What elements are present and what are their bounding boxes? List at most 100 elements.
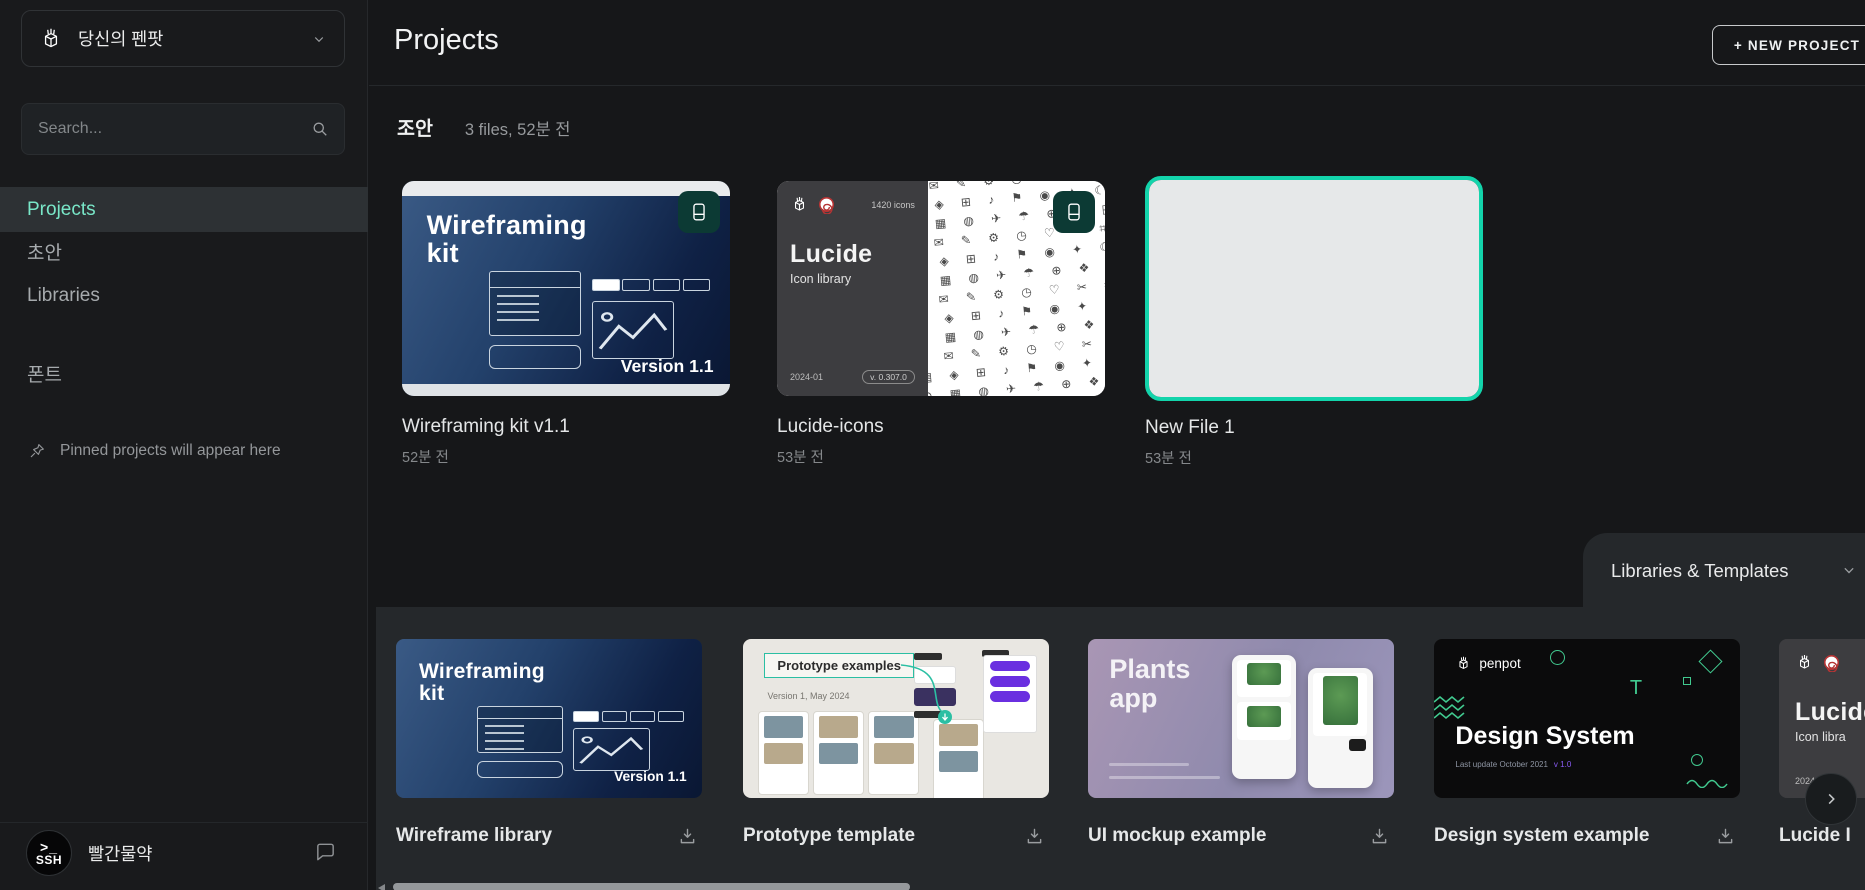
art-wave <box>1686 776 1728 788</box>
download-icon <box>677 826 698 847</box>
new-project-button[interactable]: + NEW PROJECT <box>1712 25 1865 65</box>
prototype-art: Prototype examples Version 1, May 2024 <box>743 639 1049 798</box>
profile-menu[interactable]: >_ SSH 빨간물약 <box>26 830 152 876</box>
avatar-text: >_ <box>40 840 58 854</box>
pinned-hint-text: Pinned projects will appear here <box>60 442 281 460</box>
file-card-wireframing-kit[interactable]: Wireframing kit Version 1.1 <box>402 181 730 467</box>
library-icon <box>688 201 710 223</box>
workspace-selector[interactable]: 당신의 펜팟 <box>21 10 345 67</box>
art-shape-diamond <box>1698 650 1722 674</box>
workspace-name: 당신의 펜팟 <box>78 26 296 51</box>
comment-icon <box>314 840 337 863</box>
file-time: 53분 전 <box>777 446 1105 467</box>
sidebar-item-fonts[interactable]: 폰트 <box>27 360 62 387</box>
art-tabs <box>592 279 710 291</box>
icon-count: 1420 icons <box>871 200 915 210</box>
sidebar-item-projects[interactable]: Projects <box>0 187 368 232</box>
empty-file-thumbnail[interactable] <box>1149 180 1479 397</box>
art-title: Wireframing kit <box>419 661 545 705</box>
art-date: 2024-01 <box>790 372 823 382</box>
sidebar-item-label: Libraries <box>27 285 100 307</box>
download-icon <box>1369 826 1390 847</box>
art-zigzag <box>1434 696 1470 724</box>
art-phone <box>1232 655 1296 779</box>
art-shape-square <box>1683 677 1691 685</box>
lucide-logo-icon <box>817 195 836 214</box>
art-version: Version 1.1 <box>614 769 687 784</box>
penpot-logo-icon <box>38 26 64 52</box>
template-name[interactable]: Wireframe library <box>396 825 677 847</box>
template-card-design-system-example[interactable]: penpot T Design System <box>1434 639 1740 847</box>
art-user-chip <box>477 761 563 778</box>
template-card-ui-mockup-example[interactable]: Plants app UI mockup example <box>1088 639 1394 847</box>
horizontal-scrollbar-thumb[interactable] <box>393 883 910 890</box>
selection-border <box>1145 176 1483 401</box>
art-shape-letter: T <box>1630 677 1642 700</box>
templates-panel: Wireframing kit <box>376 607 1865 890</box>
page-title: Projects <box>394 24 499 57</box>
art-chart <box>592 301 674 359</box>
template-name[interactable]: Design system example <box>1434 825 1715 847</box>
template-name[interactable]: Prototype template <box>743 825 1024 847</box>
comments-button[interactable] <box>314 840 337 863</box>
sidebar-item-drafts[interactable]: 초안 <box>0 229 368 274</box>
penpot-logo-icon <box>1795 653 1814 672</box>
file-thumbnail[interactable]: Wireframing kit Version 1.1 <box>402 181 730 396</box>
lucide-logo-icon <box>1822 653 1841 672</box>
download-template-button[interactable] <box>1715 826 1736 847</box>
file-time: 52분 전 <box>402 446 730 467</box>
fonts-label: 폰트 <box>27 365 62 386</box>
library-icon <box>1063 201 1085 223</box>
art-phone <box>1308 668 1372 789</box>
pinned-projects-hint: Pinned projects will appear here <box>28 442 281 460</box>
download-template-button[interactable] <box>1369 826 1390 847</box>
template-name[interactable]: Lucide I <box>1779 825 1865 847</box>
carousel-next-button[interactable] <box>1805 773 1857 825</box>
template-thumbnail[interactable]: penpot T Design System <box>1434 639 1740 798</box>
shared-library-badge <box>678 191 720 233</box>
project-section-header: 조안 3 files, 52분 전 <box>397 112 570 141</box>
art-title: Lucide <box>790 240 915 269</box>
download-template-button[interactable] <box>1024 826 1045 847</box>
download-icon <box>1024 826 1045 847</box>
file-name[interactable]: New File 1 <box>1145 417 1483 439</box>
sidebar-item-label: 초안 <box>27 238 62 265</box>
file-name[interactable]: Wireframing kit v1.1 <box>402 416 730 438</box>
template-card-prototype-template[interactable]: Prototype examples Version 1, May 2024 <box>743 639 1049 847</box>
scroll-left-arrow[interactable] <box>378 884 385 890</box>
art-title: Wireframing kit <box>427 211 587 268</box>
download-template-button[interactable] <box>677 826 698 847</box>
art-flow-connector <box>743 639 1049 798</box>
sidebar-item-libraries[interactable]: Libraries <box>0 273 368 318</box>
download-icon <box>1715 826 1736 847</box>
wireframing-kit-art: Wireframing kit <box>396 639 702 798</box>
art-version: Version 1.1 <box>621 356 714 377</box>
template-thumbnail[interactable]: Wireframing kit <box>396 639 702 798</box>
sidebar: 당신의 펜팟 Projects 초안 Libraries 폰트 <box>0 0 368 890</box>
art-brand: penpot <box>1455 655 1520 672</box>
username: 빨간물약 <box>88 841 152 866</box>
template-name[interactable]: UI mockup example <box>1088 825 1369 847</box>
project-name[interactable]: 조안 <box>397 112 433 141</box>
file-thumbnail[interactable]: 1420 icons Lucide Icon library 2024-01 v… <box>777 181 1105 396</box>
art-shape-circle <box>1550 650 1565 665</box>
search-input[interactable] <box>36 119 310 139</box>
file-time: 53분 전 <box>1145 447 1483 468</box>
template-card-wireframe-library[interactable]: Wireframing kit <box>396 639 702 847</box>
search-icon <box>310 119 330 139</box>
art-caption-bar <box>1109 763 1189 766</box>
template-thumbnail[interactable]: Plants app <box>1088 639 1394 798</box>
file-card-new-file-1[interactable]: New File 1 53분 전 <box>1145 176 1483 468</box>
file-card-lucide-icons[interactable]: 1420 icons Lucide Icon library 2024-01 v… <box>777 181 1105 467</box>
libraries-templates-toggle[interactable]: Libraries & Templates <box>1583 533 1865 608</box>
chevron-down-icon <box>1839 560 1859 580</box>
art-list-widget <box>489 271 581 336</box>
art-title: Design System <box>1455 722 1634 751</box>
template-thumbnail[interactable]: Prototype examples Version 1, May 2024 <box>743 639 1049 798</box>
avatar-text: SSH <box>36 854 62 866</box>
penpot-logo-icon <box>790 195 809 214</box>
penpot-logo-icon <box>1455 655 1472 672</box>
file-name[interactable]: Lucide-icons <box>777 416 1105 438</box>
design-system-art: penpot T Design System <box>1434 639 1740 798</box>
lucide-panel: 1420 icons Lucide Icon library 2024-01 v… <box>777 181 928 396</box>
